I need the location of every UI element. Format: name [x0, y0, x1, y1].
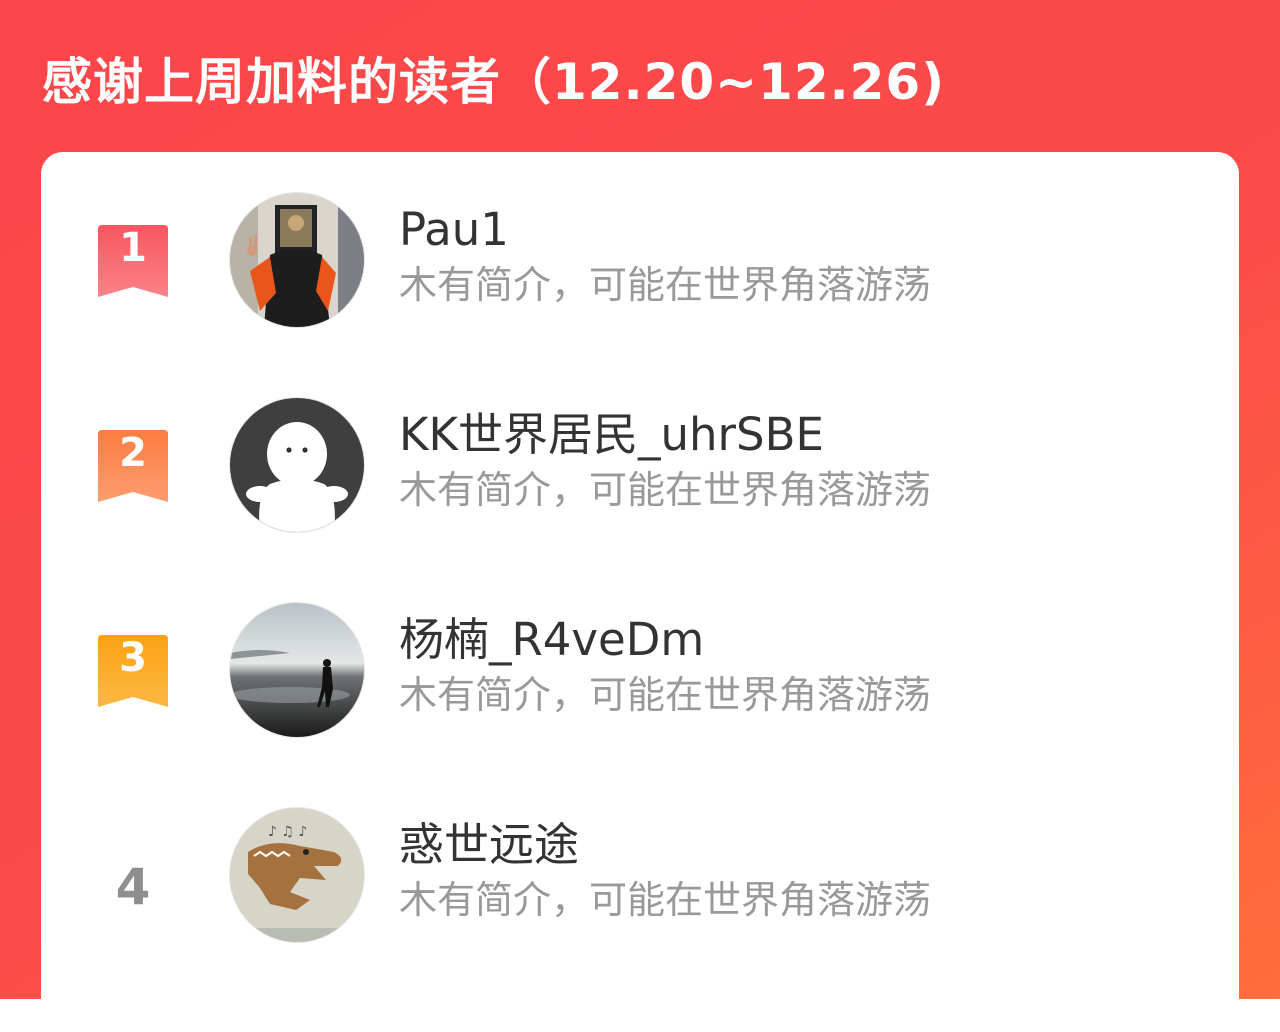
list-item[interactable]: 2 KK世界居民_uhrSBE 木有简介，可能在世界角落游荡	[41, 397, 1239, 537]
page: 感谢上周加料的读者（12.20~12.26) 1 Pau1 木有简介，可能在世界…	[0, 0, 1280, 1032]
reader-name: 惑世远途	[399, 818, 580, 871]
rank-number: 4	[115, 858, 151, 916]
rank-ribbon-badge: 2	[98, 430, 168, 502]
reader-name: Pau1	[399, 203, 509, 256]
reader-list: 1 Pau1 木有简介，可能在世界角落游荡 2 KK世界居民_uhrSBE 木有…	[41, 152, 1239, 1032]
rank-ribbon-badge: 1	[98, 225, 168, 297]
avatar[interactable]: ♪ ♫ ♪	[230, 808, 364, 942]
rank-number: 2	[119, 430, 147, 476]
reader-bio: 木有简介，可能在世界角落游荡	[399, 263, 932, 307]
list-item[interactable]: 4 ♪ ♫ ♪ 惑世远途 木有简介，可能在世界角落游荡	[41, 807, 1239, 947]
reader-name: 杨楠_R4veDm	[399, 613, 705, 666]
reader-bio: 木有简介，可能在世界角落游荡	[399, 673, 932, 717]
avatar[interactable]	[230, 603, 364, 737]
reader-bio: 木有简介，可能在世界角落游荡	[399, 468, 932, 512]
rank-number: 1	[119, 225, 147, 271]
rank-number: 3	[119, 635, 147, 681]
reader-name: KK世界居民_uhrSBE	[399, 408, 824, 461]
avatar[interactable]	[230, 193, 364, 327]
svg-text:♪ ♫ ♪: ♪ ♫ ♪	[268, 824, 307, 840]
list-item[interactable]: 3 杨楠_R4veDm 木有简介，可能在世界角落游荡	[41, 602, 1239, 742]
rank-ribbon-badge: 3	[98, 635, 168, 707]
list-item[interactable]: 1 Pau1 木有简介，可能在世界角落游荡	[41, 192, 1239, 332]
page-title: 感谢上周加料的读者（12.20~12.26)	[42, 53, 946, 111]
reader-bio: 木有简介，可能在世界角落游荡	[399, 878, 932, 922]
avatar[interactable]	[230, 398, 364, 532]
